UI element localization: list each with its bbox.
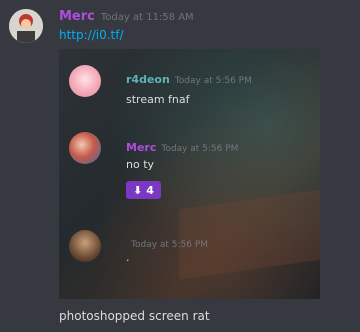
- message-caption: photoshopped screen rat: [59, 309, 210, 323]
- embed-text: .: [126, 251, 130, 264]
- down-arrow-icon: ⬇: [133, 183, 143, 197]
- reaction-count: 4: [146, 183, 154, 197]
- main-avatar[interactable]: [9, 9, 43, 43]
- message-timestamp: Today at 11:58 AM: [100, 12, 194, 23]
- embed-text: stream fnaf: [126, 93, 190, 106]
- screenshot-embed[interactable]: r4deon Today at 5:56 PM stream fnaf Merc T…: [59, 49, 320, 299]
- embed-author-name: r4deon: [126, 73, 170, 86]
- embed-timestamp: Today at 5:56 PM: [174, 76, 252, 86]
- embed-text: no ty: [126, 158, 155, 171]
- embed-author-name: Merc: [126, 141, 157, 154]
- author-name[interactable]: Merc: [59, 9, 95, 24]
- embed-avatar: [69, 132, 101, 164]
- embed-avatar: [69, 65, 101, 97]
- message-author[interactable]: Merc Today at 11:58 AM: [59, 9, 194, 24]
- reaction-badge: ⬇ 4: [126, 181, 161, 199]
- avatar-image-icon: [9, 9, 43, 43]
- embed-timestamp: Today at 5:56 PM: [131, 240, 209, 250]
- embed-author: r4deon Today at 5:56 PM: [126, 73, 252, 86]
- embed-author: Today at 5:56 PM: [126, 237, 208, 250]
- embed-timestamp: Today at 5:56 PM: [161, 144, 239, 154]
- embed-author: Merc Today at 5:56 PM: [126, 141, 238, 154]
- message-link[interactable]: http://i0.tf/: [59, 28, 124, 42]
- embed-avatar: [69, 230, 101, 262]
